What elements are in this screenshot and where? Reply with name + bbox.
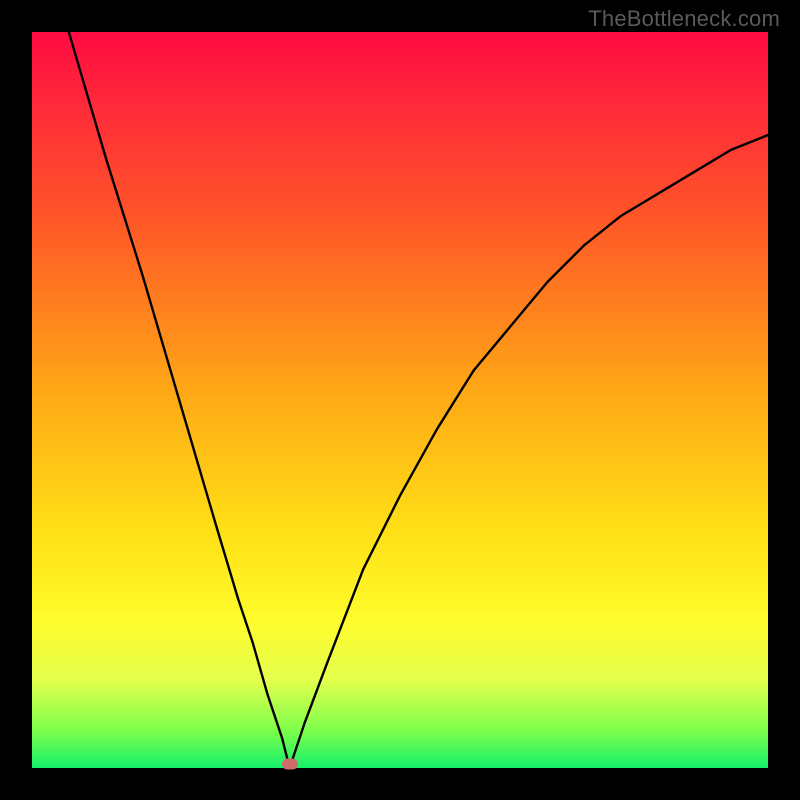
chart-frame: TheBottleneck.com — [0, 0, 800, 800]
plot-area — [32, 32, 768, 768]
watermark-text: TheBottleneck.com — [588, 6, 780, 32]
bottleneck-curve — [69, 32, 768, 768]
curve-svg — [32, 32, 768, 768]
optimum-marker — [282, 759, 298, 770]
